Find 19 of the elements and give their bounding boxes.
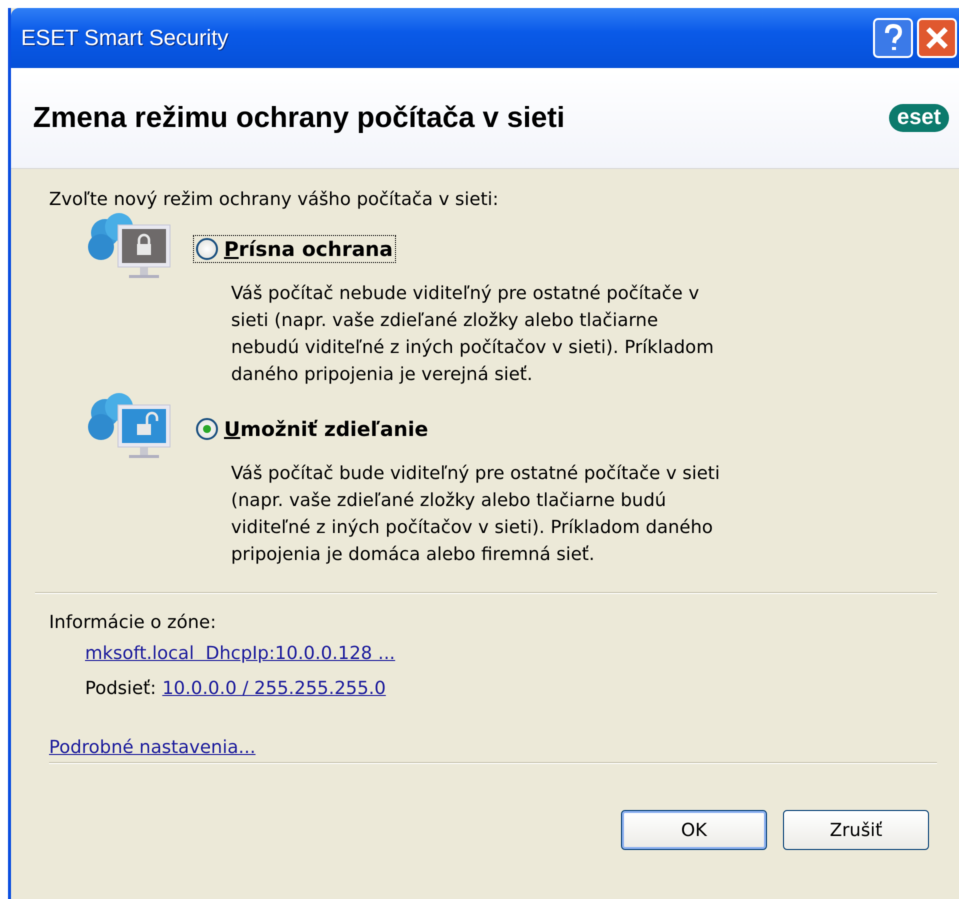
subnet-link[interactable]: 10.0.0.0 / 255.255.255.0 (162, 678, 386, 699)
help-icon[interactable] (873, 18, 913, 58)
option-description: Váš počítač nebude viditeľný pre ostatné počítače v sieti (napr. vaše zdieľané zložky alebo tlačiarne nebudú viditeľné z iných počítačov v sieti). Príkladom daného pripojenia je verejná sieť. (231, 282, 715, 387)
cancel-button[interactable]: Zrušiť (783, 810, 929, 850)
window-title: ESET Smart Security (21, 25, 228, 51)
header-title: Zmena režimu ochrany počítača v sieti (33, 102, 565, 134)
radio-button[interactable] (196, 418, 218, 440)
advanced-settings-link[interactable]: Podrobné nastavenia... (49, 737, 256, 758)
zone-label: Informácie o zóne: (49, 612, 218, 633)
radio-option[interactable]: Umožniť zdieľanie (193, 415, 432, 443)
radio-button[interactable] (196, 238, 218, 260)
ok-button[interactable]: OK (621, 810, 767, 850)
option-description: Váš počítač bude viditeľný pre ostatné počítače v sieti (napr. vaše zdieľané zložky alebo tlačiarne budú viditeľné z iných počítačov v sieti). Príkladom daného pripojenia je domáca alebo firemná sieť. (231, 462, 721, 567)
prompt-text: Zvoľte nový režim ochrany vášho počítača v sieti: (49, 189, 500, 210)
zone-link[interactable]: mksoft.local DhcpIp:10.0.0.128 ... (85, 643, 937, 664)
subnet-label: Podsieť: (85, 678, 156, 699)
logo: eset (888, 104, 949, 132)
radio-option[interactable]: Prísna ochrana (193, 235, 396, 263)
close-icon[interactable] (917, 18, 957, 58)
